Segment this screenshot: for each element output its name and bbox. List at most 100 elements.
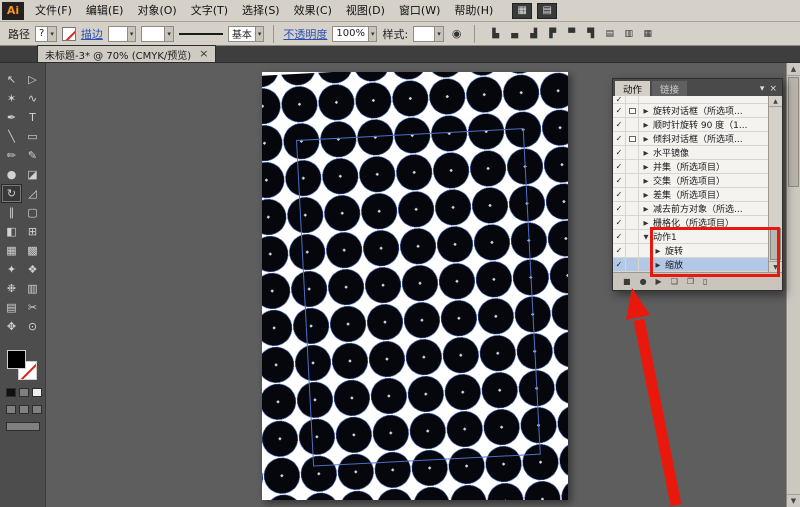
action-dialog-toggle[interactable]	[626, 96, 639, 103]
gradient-mode-button[interactable]	[19, 388, 29, 397]
play-selection-icon[interactable]: ▶	[656, 278, 662, 286]
screen-mode-button[interactable]	[6, 422, 40, 431]
mesh-tool[interactable]: ▦	[1, 241, 22, 260]
begin-recording-icon[interactable]: ●	[640, 278, 647, 286]
action-dialog-toggle[interactable]	[626, 104, 639, 117]
workspace-switcher-icon[interactable]: ▤	[537, 3, 557, 19]
action-expand-icon[interactable]: ▶	[641, 191, 651, 199]
eyedropper-tool[interactable]: ✦	[1, 260, 22, 279]
stop-playing-icon[interactable]: ■	[623, 278, 631, 286]
perspective-grid-tool[interactable]: ⊞	[22, 222, 43, 241]
type-tool[interactable]: T	[22, 108, 43, 127]
recolor-artwork-icon[interactable]: ◉	[449, 26, 465, 42]
color-mode-button[interactable]	[6, 388, 16, 397]
action-toggle-check-icon[interactable]: ✓	[613, 96, 626, 103]
artboard[interactable]	[262, 72, 568, 500]
action-row[interactable]: ✓▶倾斜对话框（所选项...	[613, 132, 768, 146]
hand-tool[interactable]: ✥	[1, 317, 22, 336]
free-transform-tool[interactable]: ▢	[22, 203, 43, 222]
blend-tool[interactable]: ❖	[22, 260, 43, 279]
vertical-align-middle-icon[interactable]: ▀	[564, 26, 580, 42]
action-dialog-toggle[interactable]	[626, 146, 639, 159]
action-toggle-check-icon[interactable]: ✓	[613, 104, 626, 117]
magic-wand-tool[interactable]: ✶	[1, 89, 22, 108]
action-row[interactable]: ✓▶并集（所选项目）	[613, 160, 768, 174]
action-expand-icon[interactable]: ▶	[641, 163, 651, 171]
document-tab[interactable]: 未标题-3* @ 70% (CMYK/预览) ×	[37, 45, 216, 62]
lasso-tool[interactable]: ∿	[22, 89, 43, 108]
fill-color-dropdown[interactable]: ? ▾	[35, 26, 57, 42]
delete-icon[interactable]: ▯	[703, 278, 707, 286]
action-toggle-check-icon[interactable]: ✓	[613, 132, 626, 145]
action-expand-icon[interactable]: ▶	[641, 135, 651, 143]
select-menu[interactable]: 选择(S)	[235, 0, 287, 22]
rectangle-tool[interactable]: ▭	[22, 127, 43, 146]
scrollbar-thumb[interactable]	[788, 77, 799, 187]
selection-tool[interactable]: ↖	[1, 70, 22, 89]
action-expand-icon[interactable]: ▶	[641, 205, 651, 213]
action-expand-icon[interactable]: ▶	[641, 219, 651, 227]
pencil-tool[interactable]: ✎	[22, 146, 43, 165]
actions-panel-header[interactable]: 动作链接 ▾×	[613, 79, 782, 96]
draw-inside-button[interactable]	[32, 405, 42, 414]
pen-tool[interactable]: ✒	[1, 108, 22, 127]
horizontal-align-right-icon[interactable]: ▟	[526, 26, 542, 42]
width-profile-dropdown[interactable]: 基本 ▾	[228, 26, 265, 42]
action-expand-icon[interactable]: ▶	[641, 149, 651, 157]
action-dialog-toggle[interactable]	[626, 258, 639, 271]
action-dialog-toggle[interactable]	[626, 216, 639, 229]
paintbrush-tool[interactable]: ✏	[1, 146, 22, 165]
action-toggle-check-icon[interactable]: ✓	[613, 174, 626, 187]
action-dialog-toggle[interactable]	[626, 230, 639, 243]
action-toggle-check-icon[interactable]: ✓	[613, 146, 626, 159]
action-dialog-toggle[interactable]	[626, 118, 639, 131]
eraser-tool[interactable]: ◪	[22, 165, 43, 184]
action-dialog-toggle[interactable]	[626, 160, 639, 173]
none-mode-button[interactable]	[32, 388, 42, 397]
panel-close-icon[interactable]: ×	[769, 85, 777, 94]
action-dialog-toggle[interactable]	[626, 188, 639, 201]
distribute-spacing-icon[interactable]: ▦	[640, 26, 656, 42]
action-dialog-toggle[interactable]	[626, 202, 639, 215]
draw-normal-button[interactable]	[6, 405, 16, 414]
action-row[interactable]: ✓▶顺时针旋转 90 度（1...	[613, 118, 768, 132]
object-menu[interactable]: 对象(O)	[130, 0, 183, 22]
brush-definition-dropdown[interactable]: ▾	[141, 26, 174, 42]
action-toggle-check-icon[interactable]: ✓	[613, 118, 626, 131]
stroke-none-swatch[interactable]	[62, 27, 76, 41]
action-toggle-check-icon[interactable]: ✓	[613, 258, 626, 271]
vertical-align-top-icon[interactable]: ▛	[545, 26, 561, 42]
shape-builder-tool[interactable]: ◧	[1, 222, 22, 241]
stroke-link[interactable]: 描边	[81, 26, 103, 42]
action-expand-icon[interactable]: ▶	[641, 177, 651, 185]
opacity-link[interactable]: 不透明度	[283, 26, 327, 42]
gradient-tool[interactable]: ▩	[22, 241, 43, 260]
panel-collapse-icon[interactable]: ▾	[760, 85, 765, 94]
action-toggle-check-icon[interactable]: ✓	[613, 216, 626, 229]
blob-brush-tool[interactable]: ●	[1, 165, 22, 184]
scroll-up-icon[interactable]: ▲	[787, 63, 800, 76]
artboard-tool[interactable]: ▤	[1, 298, 22, 317]
fill-color-swatch[interactable]	[7, 350, 26, 369]
vertical-align-bottom-icon[interactable]: ▜	[583, 26, 599, 42]
draw-behind-button[interactable]	[19, 405, 29, 414]
direct-selection-tool[interactable]: ▷	[22, 70, 43, 89]
selection-bounding-box[interactable]	[296, 128, 541, 466]
scale-tool[interactable]: ◿	[22, 184, 43, 203]
effect-menu[interactable]: 效果(C)	[287, 0, 339, 22]
file-menu[interactable]: 文件(F)	[28, 0, 79, 22]
canvas-vertical-scrollbar[interactable]: ▲ ▼	[786, 63, 800, 507]
tab-links[interactable]: 链接	[652, 81, 687, 96]
scroll-up-icon[interactable]: ▲	[769, 96, 782, 107]
tab-close-icon[interactable]: ×	[199, 49, 208, 59]
window-menu[interactable]: 窗口(W)	[392, 0, 447, 22]
opacity-dropdown[interactable]: 100% ▾	[332, 26, 377, 42]
action-toggle-check-icon[interactable]: ✓	[613, 230, 626, 243]
action-row[interactable]: ✓▶水平镜像	[613, 146, 768, 160]
help-menu[interactable]: 帮助(H)	[447, 0, 500, 22]
distribute-vertical-icon[interactable]: ▤	[602, 26, 618, 42]
action-row[interactable]: ✓	[613, 96, 768, 104]
action-toggle-check-icon[interactable]: ✓	[613, 188, 626, 201]
symbol-sprayer-tool[interactable]: ❉	[1, 279, 22, 298]
action-expand-icon[interactable]: ▶	[641, 121, 651, 129]
